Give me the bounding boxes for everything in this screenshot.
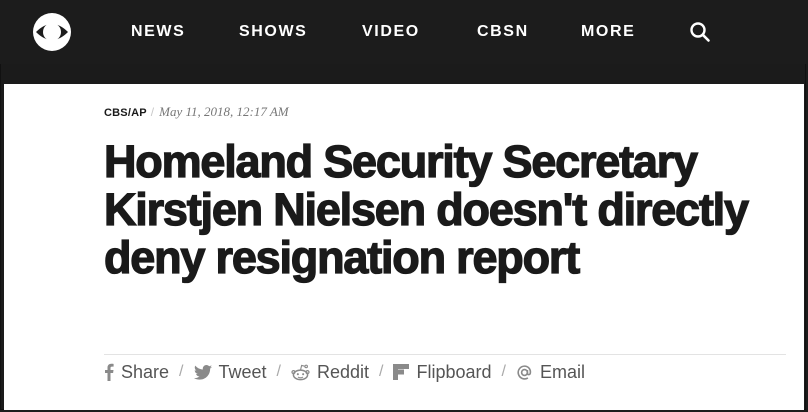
cbs-eye-logo[interactable] <box>32 12 72 52</box>
facebook-icon <box>105 363 114 381</box>
reddit-icon <box>291 364 310 380</box>
email-label: Email <box>539 361 585 382</box>
article-meta: CBS/AP / May 11, 2018, 12:17 AM <box>104 104 289 120</box>
email-icon <box>517 364 532 380</box>
nav-cbsn[interactable]: CBSN <box>477 22 529 42</box>
share-label: Share <box>121 361 170 382</box>
article-date: May 11, 2018, 12:17 AM <box>159 104 289 119</box>
nav-more[interactable]: MORE <box>581 22 635 42</box>
nav-video[interactable]: VIDEO <box>362 22 420 42</box>
meta-separator: / <box>150 105 155 119</box>
share-flipboard-button[interactable]: Flipboard <box>393 361 492 383</box>
tweet-label: Tweet <box>218 361 267 382</box>
article-headline: Homeland Security Secretary Kirstjen Nie… <box>103 136 749 283</box>
share-separator: / <box>179 363 184 380</box>
share-separator: / <box>276 363 281 380</box>
flipboard-label: Flipboard <box>416 361 492 382</box>
share-separator: / <box>501 363 506 380</box>
share-bar: Share / Tweet / Reddit / Flipboard / Ema… <box>104 354 786 389</box>
nav-shows[interactable]: SHOWS <box>239 22 307 42</box>
reddit-label: Reddit <box>316 361 370 382</box>
share-email-button[interactable]: Email <box>516 362 585 383</box>
share-reddit-button[interactable]: Reddit <box>291 362 369 383</box>
top-nav: NEWS SHOWS VIDEO CBSN MORE <box>0 0 808 64</box>
share-facebook-button[interactable]: Share <box>104 362 169 383</box>
article-source[interactable]: CBS/AP <box>104 107 147 119</box>
share-twitter-button[interactable]: Tweet <box>193 361 267 383</box>
search-icon[interactable] <box>689 21 711 43</box>
flipboard-icon <box>393 364 410 380</box>
share-separator: / <box>379 363 384 380</box>
article-panel: CBS/AP / May 11, 2018, 12:17 AM Homeland S… <box>4 84 804 410</box>
nav-news[interactable]: NEWS <box>131 22 185 42</box>
twitter-icon <box>193 364 212 380</box>
